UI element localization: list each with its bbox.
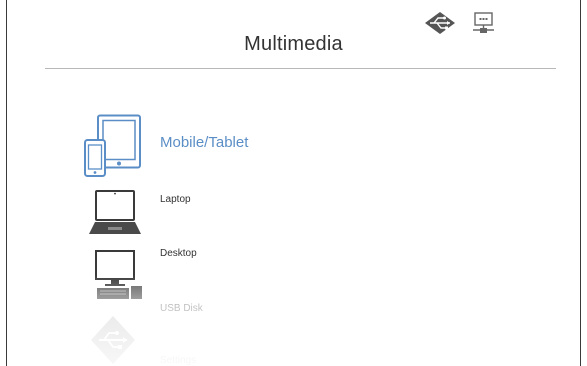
mobile-tablet-icon bbox=[82, 114, 148, 183]
laptop-icon bbox=[87, 189, 143, 240]
menu-item-label: Mobile/Tablet bbox=[160, 134, 249, 151]
menu-item-usb-disk[interactable]: USB Disk bbox=[7, 300, 580, 364]
menu-item-label: Settings bbox=[160, 355, 197, 366]
menu-item-settings[interactable]: Settings bbox=[7, 352, 580, 366]
menu-item-label: Laptop bbox=[160, 194, 191, 205]
menu-item-desktop[interactable]: Desktop bbox=[7, 244, 580, 300]
menu-item-laptop[interactable]: Laptop bbox=[7, 188, 580, 238]
menu-item-mobile-tablet[interactable]: Mobile/Tablet bbox=[7, 112, 580, 178]
menu-item-label: USB Disk bbox=[160, 303, 203, 314]
app-window: Multimedia Mobile/Tablet Laptop Desktop … bbox=[6, 0, 581, 366]
desktop-icon bbox=[94, 250, 146, 305]
page-title: Multimedia bbox=[244, 33, 343, 55]
title-divider bbox=[45, 68, 556, 69]
menu-item-label: Desktop bbox=[160, 248, 197, 259]
